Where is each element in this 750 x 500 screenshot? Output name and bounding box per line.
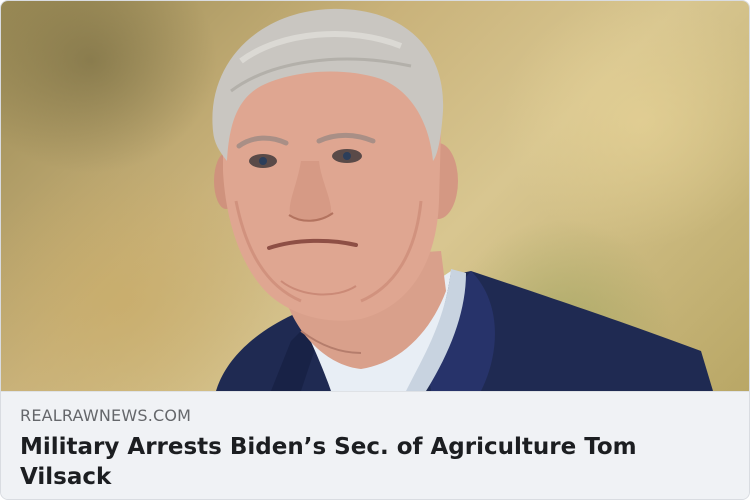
- portrait-illustration: [212, 8, 713, 391]
- article-headline[interactable]: Military Arrests Biden’s Sec. of Agricul…: [20, 432, 720, 492]
- link-preview-meta[interactable]: REALRAWNEWS.COM Military Arrests Biden’s…: [1, 391, 749, 499]
- article-image[interactable]: [1, 1, 749, 391]
- link-preview-card[interactable]: REALRAWNEWS.COM Military Arrests Biden’s…: [0, 0, 750, 500]
- source-domain: REALRAWNEWS.COM: [20, 406, 192, 425]
